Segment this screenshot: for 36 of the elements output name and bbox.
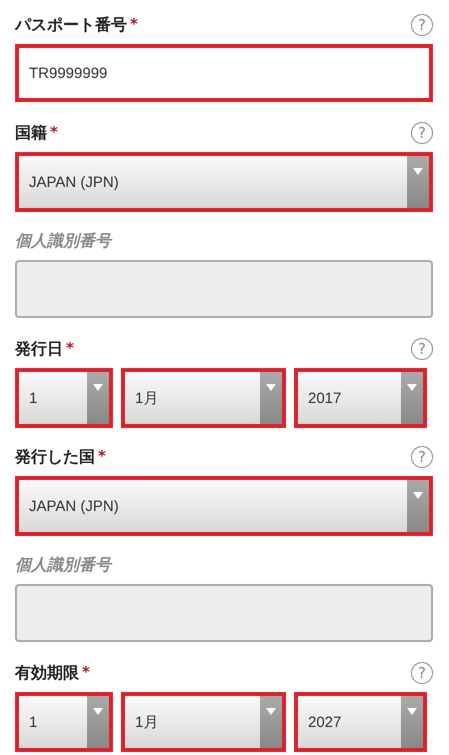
required-mark: *	[50, 122, 58, 140]
required-mark: *	[82, 662, 90, 680]
help-icon[interactable]: ?	[411, 338, 433, 360]
help-icon[interactable]: ?	[411, 662, 433, 684]
dropdown[interactable]: 1	[15, 368, 113, 428]
dropdown[interactable]: 1月	[121, 368, 286, 428]
caret-icon	[93, 384, 103, 392]
help-icon[interactable]: ?	[411, 446, 433, 468]
help-icon[interactable]: ?	[411, 122, 433, 144]
dropdown[interactable]: JAPAN (JPN)	[15, 152, 433, 212]
caret-icon	[266, 384, 276, 392]
field-label: 有効期限	[15, 662, 79, 684]
required-mark: *	[66, 338, 74, 356]
field-label: パスポート番号	[15, 14, 127, 36]
caret-icon	[93, 708, 103, 716]
dropdown[interactable]: 2017	[294, 368, 427, 428]
dropdown[interactable]: JAPAN (JPN)	[15, 476, 433, 536]
field-label: 個人識別番号	[15, 554, 111, 576]
field-label: 個人識別番号	[15, 230, 111, 252]
dropdown[interactable]: 1月	[121, 692, 286, 752]
text-field[interactable]: TR9999999	[15, 44, 433, 102]
caret-icon	[407, 708, 417, 716]
caret-icon	[413, 168, 423, 176]
field-label: 国籍	[15, 122, 47, 144]
text-field[interactable]	[15, 260, 433, 318]
dropdown[interactable]: 2027	[294, 692, 427, 752]
required-mark: *	[130, 14, 138, 32]
dropdown[interactable]: 1	[15, 692, 113, 752]
help-icon[interactable]: ?	[411, 14, 433, 36]
text-field[interactable]	[15, 584, 433, 642]
caret-icon	[413, 492, 423, 500]
caret-icon	[407, 384, 417, 392]
field-label: 発行した国	[15, 446, 95, 468]
caret-icon	[266, 708, 276, 716]
field-label: 発行日	[15, 338, 63, 360]
required-mark: *	[98, 446, 106, 464]
